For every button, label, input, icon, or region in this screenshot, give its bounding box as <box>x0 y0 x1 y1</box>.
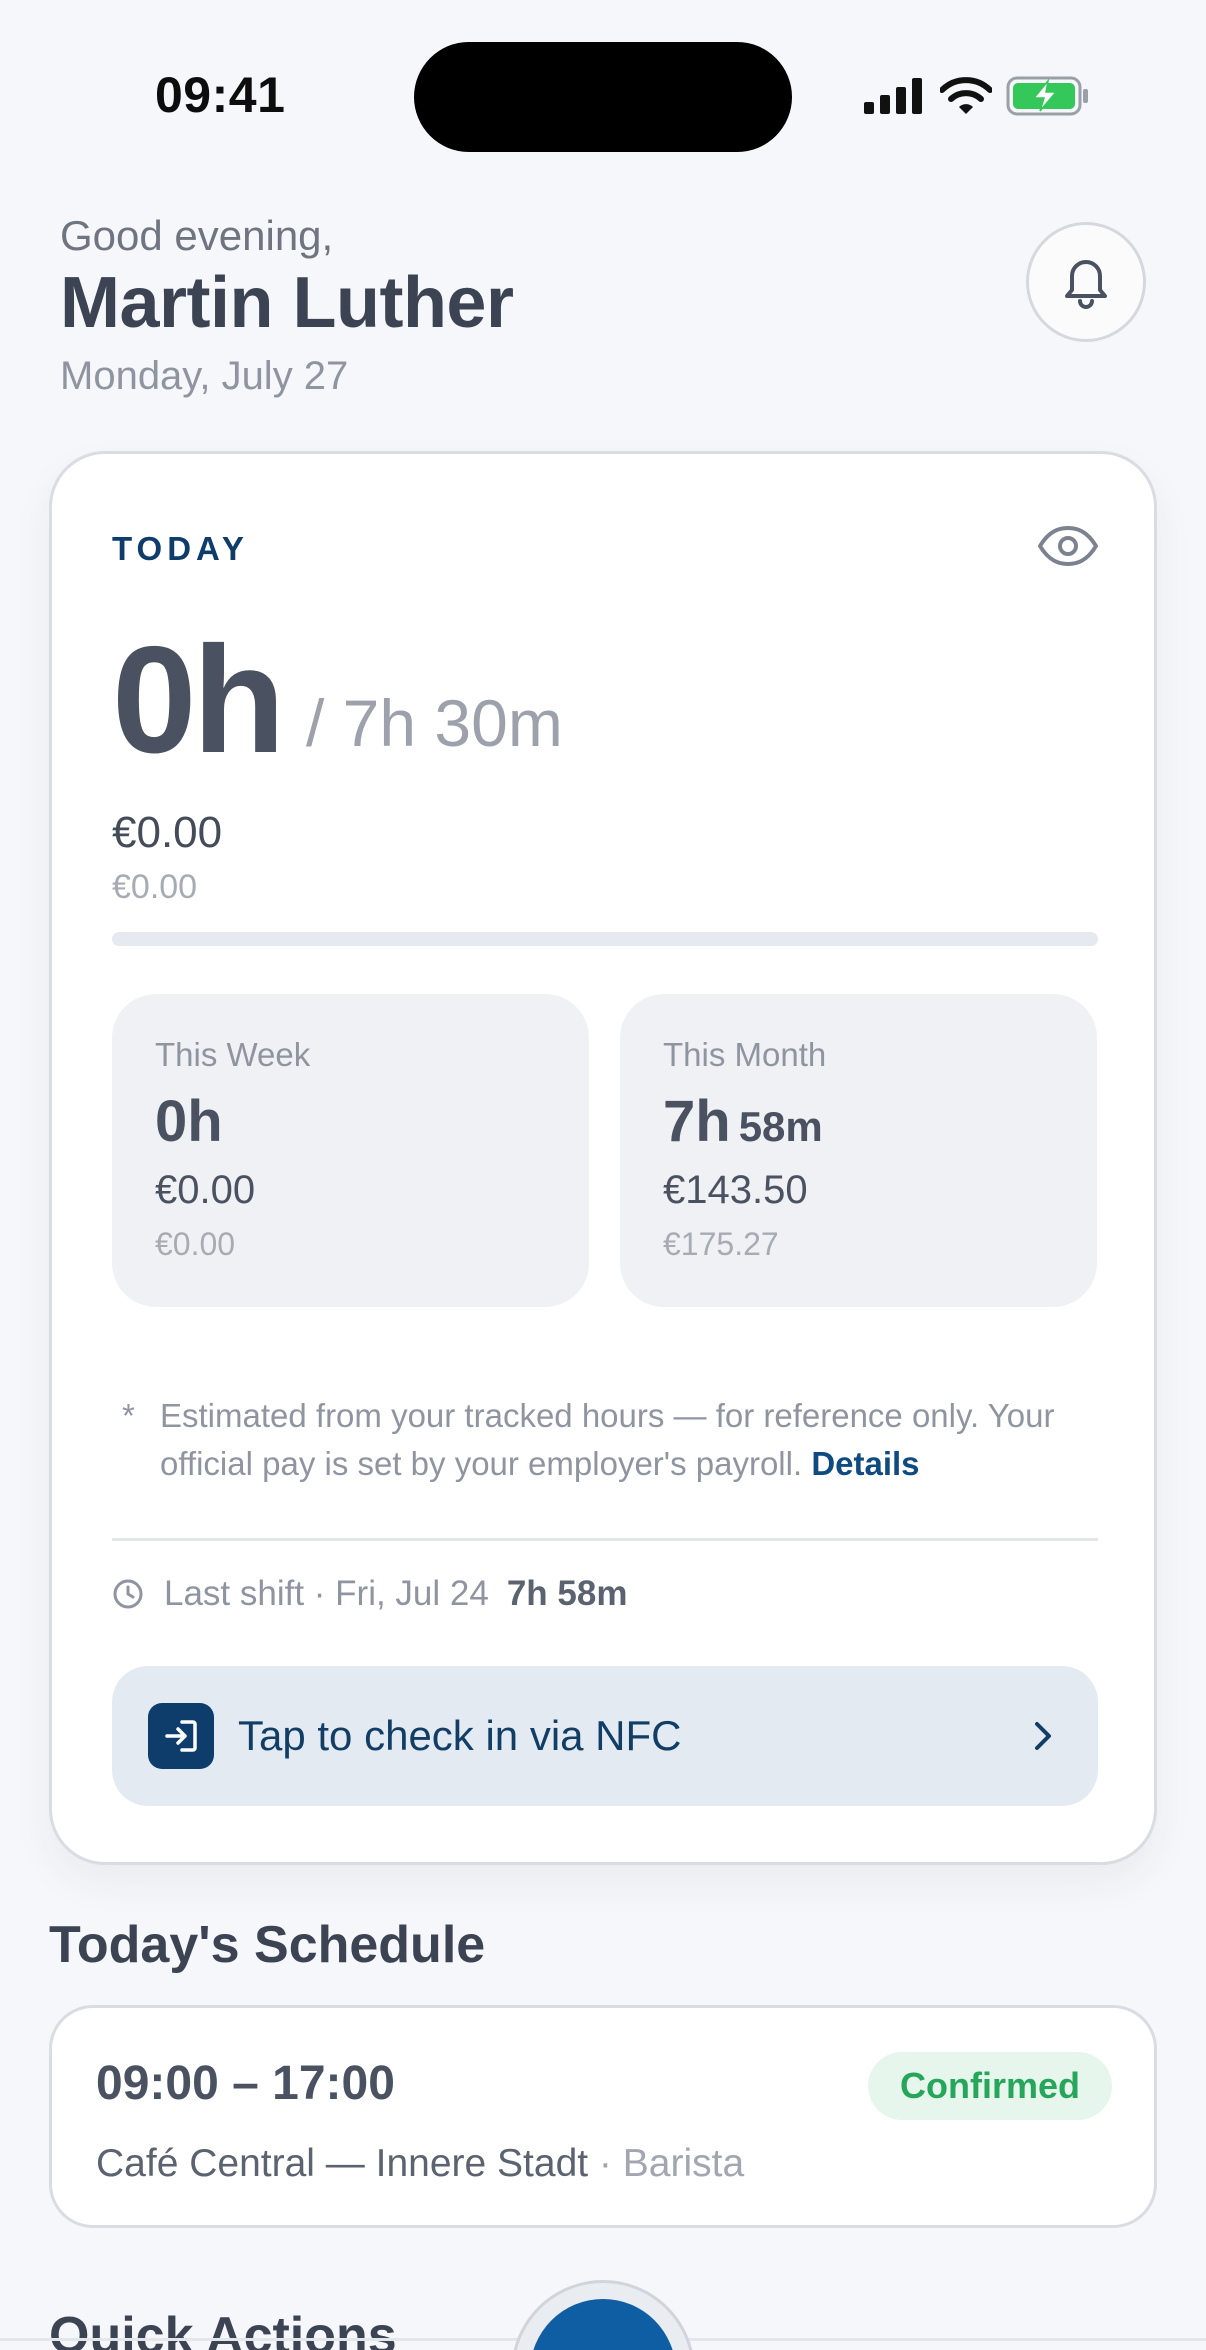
shift-time: 09:00 – 17:00 <box>96 2057 395 2110</box>
today-target-hours: / 7h 30m <box>306 686 563 760</box>
week-pay-gross: €0.00 <box>155 1226 236 1262</box>
toggle-visibility-button[interactable] <box>1036 516 1100 580</box>
schedule-card[interactable]: 09:00 – 17:00 Confirmed Café Central — I… <box>49 2005 1157 2228</box>
week-hours: 0h <box>155 1089 223 1154</box>
status-badge: Confirmed <box>868 2052 1112 2120</box>
chevron-right-icon <box>1032 1719 1054 1753</box>
month-label: This Month <box>663 1036 827 1073</box>
nfc-check-in-button[interactable]: Tap to check in via NFC <box>112 1666 1098 1806</box>
eye-icon <box>1037 525 1099 572</box>
current-date: Monday, July 27 <box>60 354 349 398</box>
disclaimer-text: Estimated from your tracked hours — for … <box>160 1397 1055 1482</box>
center-action-inner <box>530 2299 676 2350</box>
dynamic-island <box>414 42 792 152</box>
clock-icon <box>112 1578 144 1610</box>
greeting-text: Good evening, <box>60 212 334 259</box>
week-label: This Week <box>155 1036 311 1073</box>
home-screen: 09:41 Good evening, Martin Luther Monday… <box>0 0 1206 2350</box>
user-name: Martin Luther <box>60 263 514 343</box>
pay-disclaimer: * Estimated from your tracked hours — fo… <box>122 1392 1082 1488</box>
month-hours: 7h <box>663 1089 731 1154</box>
notifications-button[interactable] <box>1026 222 1146 342</box>
status-time: 09:41 <box>155 67 286 123</box>
bell-icon <box>1058 250 1114 315</box>
month-pay: €143.50 <box>663 1168 808 1212</box>
month-hours-group: 7h 58m <box>663 1088 823 1155</box>
card-divider <box>112 1538 1098 1541</box>
week-pay: €0.00 <box>155 1168 256 1212</box>
disclaimer-asterisk: * <box>122 1397 135 1434</box>
battery-charging-icon <box>1006 76 1090 121</box>
this-week-tile[interactable]: This Week 0h €0.00 €0.00 <box>112 994 589 1307</box>
shift-location: Café Central — Innere Stadt <box>96 2142 589 2185</box>
check-in-icon <box>148 1703 214 1769</box>
today-label: TODAY <box>112 530 249 567</box>
schedule-section-title: Today's Schedule <box>49 1916 486 1974</box>
wifi-icon <box>939 76 993 120</box>
month-minutes: 58m <box>738 1103 823 1150</box>
quick-actions-title: Quick Actions <box>49 2307 397 2350</box>
nfc-check-in-label: Tap to check in via NFC <box>238 1712 682 1759</box>
today-progress-bar <box>112 932 1098 946</box>
details-link[interactable]: Details <box>811 1445 919 1482</box>
month-pay-gross: €175.27 <box>663 1226 779 1262</box>
this-month-tile[interactable]: This Month 7h 58m €143.50 €175.27 <box>620 994 1097 1307</box>
today-pay: €0.00 <box>112 808 223 857</box>
last-shift-duration: 7h 58m <box>506 1574 628 1613</box>
today-hours: 0h <box>112 615 285 785</box>
last-shift-row: Last shift · Fri, Jul 24 7h 58m <box>112 1574 627 1614</box>
last-shift-text: Last shift · Fri, Jul 24 <box>164 1574 489 1613</box>
role-separator: · <box>588 2142 623 2185</box>
center-action-button[interactable] <box>511 2280 695 2350</box>
today-pay-gross: €0.00 <box>112 868 198 906</box>
today-summary-card: TODAY 0h / 7h 30m €0.00 €0.00 This Week … <box>49 451 1157 1865</box>
shift-location-row: Café Central — Innere Stadt · Barista <box>96 2142 744 2186</box>
signal-icon <box>864 77 926 119</box>
shift-role: Barista <box>622 2142 745 2185</box>
status-icons <box>864 72 1090 124</box>
